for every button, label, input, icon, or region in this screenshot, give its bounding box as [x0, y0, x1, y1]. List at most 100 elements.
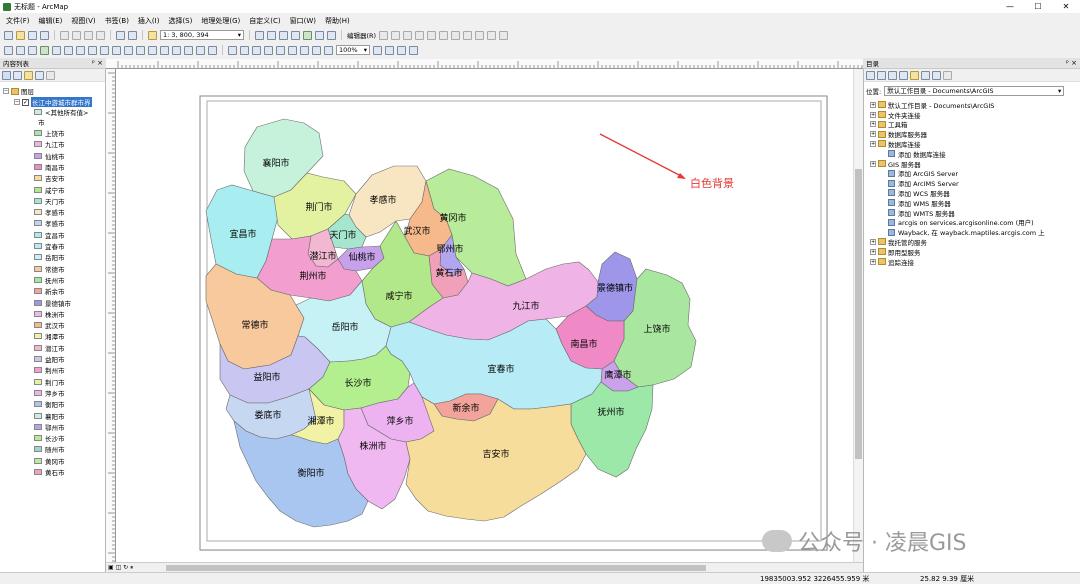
- expand-icon[interactable]: +: [870, 111, 876, 118]
- redo-icon[interactable]: [128, 30, 137, 40]
- editor-toolbar-icon[interactable]: [255, 30, 264, 40]
- catalog-item[interactable]: 添加 数据库连接: [888, 149, 946, 159]
- layout-canvas[interactable]: 襄阳市 宜昌市 荆门市 孝感市 黄冈市 天门市 武汉市 鄂州市 潜江市 仙桃市 荆州市 黄石市 咸宁市九…: [116, 69, 853, 562]
- catalog-item[interactable]: 添加 WMTS 服务器: [888, 208, 955, 218]
- toc-legend-item[interactable]: 黄冈市: [34, 456, 65, 466]
- layout-zoom-out-icon[interactable]: [240, 45, 249, 55]
- catalog-item[interactable]: + 数据库服务器: [870, 129, 927, 139]
- search-window-icon[interactable]: [291, 30, 300, 40]
- catalog-item[interactable]: + 默认工作目录 - Documents\ArcGIS: [870, 100, 994, 110]
- catalog-item[interactable]: + 数据库连接: [870, 139, 921, 149]
- toc-other-values[interactable]: <其他所有值>: [34, 107, 88, 117]
- zoom-out-icon[interactable]: [16, 45, 25, 55]
- toc-legend-item[interactable]: 长沙市: [34, 433, 65, 443]
- location-combo[interactable]: 默认工作目录 - Documents\ArcGIS ▾: [884, 86, 1065, 96]
- expand-icon[interactable]: +: [870, 121, 876, 128]
- catalog-item[interactable]: + 即用型服务: [870, 247, 921, 257]
- open-folder-icon[interactable]: [16, 30, 25, 40]
- menu-view[interactable]: 视图(V): [71, 16, 95, 26]
- catalog-item[interactable]: Wayback, 在 wayback.maptiles.arcgis.com 上: [888, 227, 1045, 237]
- visibility-checkbox[interactable]: ✓: [22, 98, 29, 106]
- list-by-source-icon[interactable]: [13, 70, 22, 80]
- menu-insert[interactable]: 插入(I): [138, 16, 160, 26]
- refresh-icon[interactable]: [943, 70, 952, 80]
- toc-legend-item[interactable]: 景德镇市: [34, 298, 71, 308]
- save-icon[interactable]: [28, 30, 37, 40]
- layout-fixed-zoom-in-icon[interactable]: [288, 45, 297, 55]
- edit-annotation-icon[interactable]: [391, 30, 401, 40]
- go-to-xy-icon[interactable]: [196, 45, 205, 55]
- toc-legend-item[interactable]: 衡阳市: [34, 399, 65, 409]
- toc-legend-item[interactable]: 上饶市: [34, 128, 65, 138]
- full-extent-icon[interactable]: [40, 45, 49, 55]
- catalog-item[interactable]: + 追踪连接: [870, 257, 914, 267]
- expand-icon[interactable]: +: [870, 248, 876, 255]
- menu-edit[interactable]: 编辑(E): [39, 16, 63, 26]
- select-features-icon[interactable]: [100, 45, 109, 55]
- expand-icon[interactable]: +: [870, 140, 876, 147]
- toc-legend-item[interactable]: 岳阳市: [34, 252, 65, 262]
- undo-icon[interactable]: [116, 30, 125, 40]
- toc-layer[interactable]: − ✓ 长江中游城市群市界: [14, 97, 92, 107]
- select-elements-icon[interactable]: [124, 45, 133, 55]
- reshape-icon[interactable]: [439, 30, 449, 40]
- catalog-item[interactable]: arcgis on services.arcgisonline.com (用户): [888, 218, 1034, 227]
- close-button[interactable]: ✕: [1052, 0, 1080, 13]
- toc-legend-item[interactable]: 鄂州市: [34, 422, 65, 432]
- map-scale-combo[interactable]: 1: 3, 800, 394 ▾: [160, 30, 244, 40]
- trace-icon[interactable]: [415, 30, 425, 40]
- toc-field-heading[interactable]: 市: [38, 117, 45, 127]
- find-icon[interactable]: [172, 45, 181, 55]
- forward-extent-icon[interactable]: [88, 45, 97, 55]
- paste-icon[interactable]: [84, 30, 93, 40]
- catalog-item[interactable]: + 我托管的服务: [870, 237, 927, 247]
- fixed-zoom-in-icon[interactable]: [52, 45, 61, 55]
- back-icon[interactable]: [866, 70, 875, 80]
- straight-segment-icon[interactable]: [403, 30, 413, 40]
- zoom-whole-page-icon[interactable]: [264, 45, 273, 55]
- add-data-icon[interactable]: [148, 30, 157, 40]
- toc-legend-item[interactable]: 宜昌市: [34, 230, 65, 240]
- horizontal-scroll-thumb[interactable]: [166, 565, 706, 571]
- toc-legend-item[interactable]: 湘潭市: [34, 331, 65, 341]
- catalog-item[interactable]: + 工具箱: [870, 120, 908, 129]
- edit-tool-icon[interactable]: [379, 30, 389, 40]
- new-document-icon[interactable]: [4, 30, 13, 40]
- toc-legend-item[interactable]: 萍乡市: [34, 388, 65, 398]
- catalog-item[interactable]: 添加 ArcIMS Server: [888, 178, 959, 188]
- map-svg[interactable]: 襄阳市宜昌市 荆门市 孝感市黄冈市天门市 武汉市鄂州市潜江市 仙桃市荆州市 黄石市咸宁市九…: [116, 69, 853, 562]
- expand-icon[interactable]: +: [870, 131, 876, 138]
- connect-folder-icon[interactable]: [910, 70, 919, 80]
- layout-zoom-in-icon[interactable]: [228, 45, 237, 55]
- menu-help[interactable]: 帮助(H): [325, 16, 350, 26]
- layout-zoom-combo[interactable]: 100% ▾: [336, 45, 370, 55]
- toc-legend-item[interactable]: 潜江市: [34, 343, 65, 353]
- rotate-icon[interactable]: [475, 30, 485, 40]
- cut-polygons-icon[interactable]: [451, 30, 461, 40]
- zoom-100-icon[interactable]: [276, 45, 285, 55]
- time-slider-icon[interactable]: [208, 45, 217, 55]
- editor-menu-button[interactable]: 编辑器(R): [347, 30, 376, 40]
- toc-legend-item[interactable]: 常德市: [34, 264, 65, 274]
- attributes-icon[interactable]: [487, 30, 497, 40]
- print-icon[interactable]: [40, 30, 49, 40]
- toc-layers-group[interactable]: − 图层: [3, 86, 34, 96]
- toc-legend-item[interactable]: 吉安市: [34, 173, 65, 183]
- home-icon[interactable]: [899, 70, 908, 80]
- python-window-icon[interactable]: [315, 30, 324, 40]
- menu-bookmarks[interactable]: 书签(B): [105, 16, 129, 26]
- catalog-item[interactable]: 添加 WMS 服务器: [888, 198, 951, 208]
- list-by-drawing-order-icon[interactable]: [2, 70, 11, 80]
- toc-legend-item[interactable]: 天门市: [34, 196, 65, 206]
- toc-legend-item[interactable]: 咸宁市: [34, 185, 65, 195]
- toc-legend-item[interactable]: 武汉市: [34, 320, 65, 330]
- focus-data-frame-icon[interactable]: [385, 45, 394, 55]
- sketch-properties-icon[interactable]: [499, 30, 509, 40]
- toc-legend-item[interactable]: 九江市: [34, 139, 65, 149]
- catalog-item[interactable]: 添加 ArcGIS Server: [888, 169, 958, 178]
- pan-icon[interactable]: [28, 45, 37, 55]
- toggle-contents-icon[interactable]: [921, 70, 930, 80]
- menu-geoprocessing[interactable]: 地理处理(G): [201, 16, 240, 26]
- toc-legend-item[interactable]: 宜春市: [34, 241, 65, 251]
- layout-fixed-zoom-out-icon[interactable]: [300, 45, 309, 55]
